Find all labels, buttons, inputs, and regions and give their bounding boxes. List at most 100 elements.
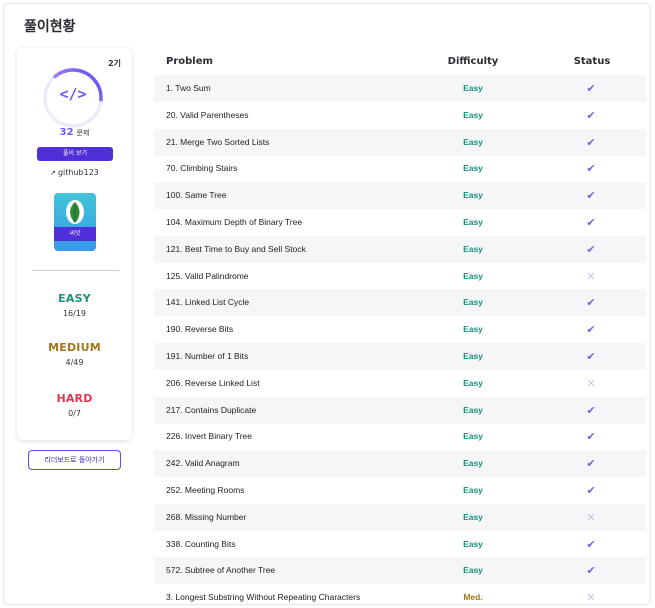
check-icon: ✔ [586,189,596,203]
tier-badge: 씨앗 [54,193,96,251]
easy-count: 16/19 [62,309,87,318]
problem-title[interactable]: 252. Meeting Rooms [166,485,244,495]
problem-title[interactable]: 21. Merge Two Sorted Lists [166,137,269,147]
difficulty-label: Easy [463,431,483,442]
check-icon: ✔ [586,537,596,551]
profile-card: 2기 </> 32 문제 풀이 보기 ↗ github123 씨앗 EASY 1… [17,48,132,440]
difficulty-label: Easy [463,565,483,576]
check-icon: ✔ [586,216,596,229]
difficulty-label: Easy [463,217,483,227]
cross-icon: ✕ [586,376,596,390]
status-cell: ✔ [584,484,598,498]
problem-title[interactable]: 125. Valid Palindrome [166,271,249,281]
status-cell: ✕ [584,377,598,391]
table-row[interactable]: 206. Reverse Linked List Easy ✕ [154,370,646,397]
table-row[interactable]: 20. Valid Parentheses Easy ✔ [154,102,646,129]
status-cell: ✔ [584,243,598,257]
difficulty-label: Easy [463,485,483,495]
table-row[interactable]: 191. Number of 1 Bits Easy ✔ [154,343,646,370]
status-cell: ✕ [584,591,598,604]
github-username: github123 [57,168,99,177]
table-row[interactable]: 21. Merge Two Sorted Lists Easy ✔ [154,128,646,156]
table-header: Problem Difficulty Status [154,48,646,75]
table-row[interactable]: 338. Counting Bits Easy ✔ [154,531,646,558]
check-icon: ✔ [586,484,596,497]
problem-title[interactable]: 1. Two Sum [166,83,211,93]
difficulty-label: Easy [463,109,483,120]
table-row[interactable]: 572. Subtree of Another Tree Easy ✔ [154,557,646,585]
solved-unit: 문제 [76,129,90,137]
table-row[interactable]: 100. Same Tree Easy ✔ [154,182,646,210]
problem-title[interactable]: 104. Maximum Depth of Binary Tree [166,217,302,227]
problem-title[interactable]: 70. Climbing Stairs [166,163,237,173]
table-row[interactable]: 121. Best Time to Buy and Sell Stock Easy… [154,235,646,263]
table-row[interactable]: 104. Maximum Depth of Binary Tree Easy ✔ [154,209,646,236]
problem-title[interactable]: 191. Number of 1 Bits [166,351,248,361]
difficulty-label: Easy [463,270,483,281]
seed-icon [66,200,84,224]
sidebar-divider [32,270,120,271]
table-row[interactable]: 141. Linked List Cycle Easy ✔ [154,289,646,317]
problem-table: Problem Difficulty Status 1. Two Sum Easy… [154,48,646,604]
check-icon: ✔ [586,135,596,149]
cross-icon: ✕ [586,269,596,283]
table-row[interactable]: 226. Invert Binary Tree Easy ✔ [154,423,646,450]
problem-title[interactable]: 242. Valid Anagram [166,458,240,468]
github-link[interactable]: ↗ github123 [17,168,132,177]
external-link-icon: ↗ [50,169,56,177]
problem-title[interactable]: 100. Same Tree [166,190,226,200]
difficulty-label: Easy [463,377,483,388]
table-row[interactable]: 190. Reverse Bits Easy ✔ [154,316,646,343]
problem-title[interactable]: 338. Counting Bits [166,539,235,549]
medium-count: 4/49 [65,358,84,367]
table-row[interactable]: 125. Valid Palindrome Easy ✕ [154,263,646,290]
view-solutions-button[interactable]: 풀이 보기 [37,147,113,161]
table-row[interactable]: 252. Meeting Rooms Easy ✔ [154,477,646,504]
problem-title[interactable]: 268. Missing Number [166,512,246,522]
problem-title[interactable]: 141. Linked List Cycle [166,297,249,307]
table-row[interactable]: 268. Missing Number Easy ✕ [154,503,646,531]
cross-icon: ✕ [586,510,596,524]
status-cell: ✔ [584,82,598,96]
app-frame: 풀이현황 2기 </> 32 문제 풀이 보기 ↗ github123 씨앗 E… [3,3,651,605]
problem-title[interactable]: 3. Longest Substring Without Repeating C… [166,592,360,602]
solved-number: 32 [59,127,74,138]
check-icon: ✔ [586,162,596,176]
problem-title[interactable]: 572. Subtree of Another Tree [166,565,275,575]
solved-count: 32 문제 [17,127,132,138]
difficulty-label: Med. [463,592,483,603]
check-icon: ✔ [586,564,596,578]
difficulty-label: Easy [463,511,483,522]
difficulty-label: Easy [463,136,483,147]
check-icon: ✔ [586,457,596,471]
difficulty-label: Easy [463,351,483,361]
difficulty-label: Easy [463,404,483,415]
code-icon: </> [59,85,87,103]
header-difficulty: Difficulty [447,56,499,67]
status-cell: ✕ [584,511,598,525]
problem-title[interactable]: 190. Reverse Bits [166,324,233,334]
check-icon: ✔ [586,242,596,256]
status-cell: ✔ [584,296,598,310]
problem-title[interactable]: 217. Contains Duplicate [166,405,256,415]
table-row[interactable]: 217. Contains Duplicate Easy ✔ [154,396,646,424]
check-icon: ✔ [586,296,596,310]
status-cell: ✔ [584,109,598,123]
table-row[interactable]: 1. Two Sum Easy ✔ [154,75,646,102]
difficulty-label: Easy [463,538,483,549]
problem-title[interactable]: 206. Reverse Linked List [166,378,260,388]
difficulty-label: Easy [463,458,483,469]
problem-title[interactable]: 20. Valid Parentheses [166,110,249,120]
page-title: 풀이현황 [24,19,76,35]
table-row[interactable]: 3. Longest Substring Without Repeating C… [154,584,646,604]
medium-summary: MEDIUM 4/49 [17,341,132,367]
problem-title[interactable]: 226. Invert Binary Tree [166,431,252,441]
difficulty-label: Easy [463,83,483,93]
difficulty-label: Easy [463,297,483,308]
back-to-leaderboard-button[interactable]: 리더보드로 돌아가기 [28,450,121,470]
difficulty-label: Easy [463,163,483,174]
table-row[interactable]: 242. Valid Anagram Easy ✔ [154,450,646,478]
table-row[interactable]: 70. Climbing Stairs Easy ✔ [154,155,646,182]
generation-badge: 2기 [108,59,121,68]
problem-title[interactable]: 121. Best Time to Buy and Sell Stock [166,244,306,254]
